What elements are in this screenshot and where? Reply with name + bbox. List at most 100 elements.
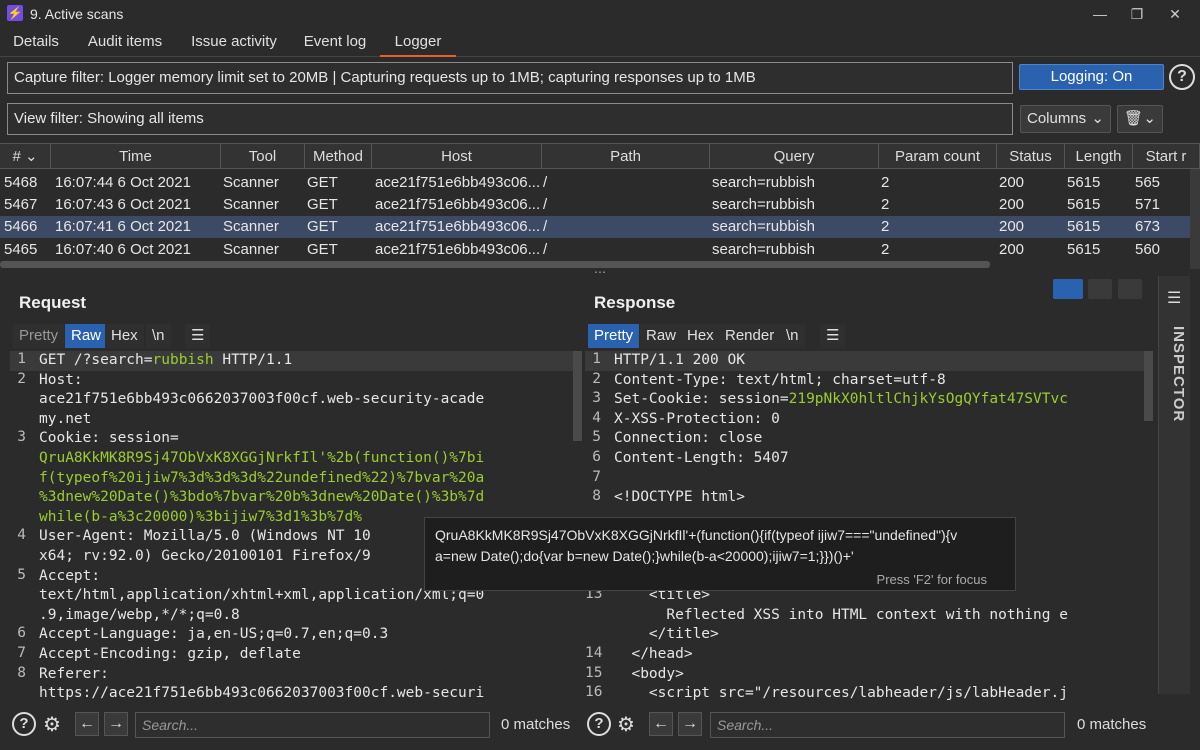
response-next-match-icon[interactable]: → bbox=[678, 712, 702, 736]
line-number: 3 bbox=[592, 390, 601, 407]
request-raw-tab[interactable]: Raw bbox=[65, 324, 108, 348]
request-search-input[interactable]: Search... bbox=[135, 712, 490, 738]
response-settings-gear-icon[interactable]: ⚙ bbox=[617, 712, 635, 737]
code-line: https://ace21f751e6bb493c0662037003f00cf… bbox=[39, 684, 484, 704]
logging-toggle-button[interactable]: Logging: On bbox=[1019, 64, 1164, 90]
table-row-selected[interactable]: 5466 16:07:41 6 Oct 2021 Scanner GET ace… bbox=[0, 216, 1190, 238]
column-header-status[interactable]: Status bbox=[997, 144, 1065, 169]
column-header-length[interactable]: Length bbox=[1065, 144, 1133, 169]
request-help-icon[interactable]: ? bbox=[12, 712, 36, 736]
trash-icon: 🗑 bbox=[1124, 110, 1144, 127]
cell-query: search=rubbish bbox=[712, 241, 815, 258]
line-number: 7 bbox=[592, 468, 601, 485]
response-menu-icon[interactable]: ☰ bbox=[820, 324, 846, 348]
code-line: </title> bbox=[614, 625, 719, 645]
cell-query: search=rubbish bbox=[712, 174, 815, 191]
column-header-method[interactable]: Method bbox=[305, 144, 372, 169]
response-help-icon[interactable]: ? bbox=[587, 712, 611, 736]
cell-start-response: 571 bbox=[1135, 196, 1161, 213]
code-segment: ace21f751e6bb493c0662037003f00cf.web-sec… bbox=[39, 391, 485, 408]
code-line: Connection: close bbox=[614, 429, 762, 449]
capture-filter-bar[interactable]: Capture filter: Logger memory limit set … bbox=[7, 62, 1013, 94]
chevron-down-icon: ⌄ bbox=[1091, 110, 1104, 127]
header-number-label: # bbox=[12, 148, 21, 165]
response-view-toolbar: Pretty Raw Hex Render \n ☰ bbox=[588, 324, 858, 348]
table-row[interactable]: 5467 16:07:43 6 Oct 2021 Scanner GET ace… bbox=[0, 194, 1190, 216]
response-scrollbar[interactable] bbox=[1144, 351, 1153, 421]
request-next-match-icon[interactable]: → bbox=[104, 712, 128, 736]
code-segment: Connection: close bbox=[614, 430, 763, 447]
tab-event-log[interactable]: Event log bbox=[297, 29, 373, 57]
tab-logger[interactable]: Logger bbox=[380, 29, 456, 57]
clear-log-button[interactable]: 🗑 ⌄ bbox=[1117, 105, 1163, 133]
response-render-tab[interactable]: Render bbox=[719, 324, 781, 348]
tooltip-hint: Press 'F2' for focus bbox=[876, 572, 987, 587]
splitter-handle-icon[interactable]: ⋯ bbox=[594, 265, 606, 279]
table-row[interactable]: 5465 16:07:40 6 Oct 2021 Scanner GET ace… bbox=[0, 239, 1190, 261]
request-pretty-tab[interactable]: Pretty bbox=[13, 324, 65, 348]
column-header-host[interactable]: Host bbox=[372, 144, 542, 169]
request-settings-gear-icon[interactable]: ⚙ bbox=[43, 712, 61, 737]
table-row[interactable]: 5468 16:07:44 6 Oct 2021 Scanner GET ace… bbox=[0, 172, 1190, 194]
response-match-count: 0 matches bbox=[1077, 716, 1147, 733]
line-number: 1 bbox=[17, 351, 26, 367]
cell-param-count: 2 bbox=[881, 241, 890, 258]
close-button[interactable]: ✕ bbox=[1165, 4, 1185, 24]
column-header-start-response[interactable]: Start r bbox=[1133, 144, 1200, 169]
code-line: GET /?search=rubbish HTTP/1.1 bbox=[39, 351, 292, 371]
request-hex-tab[interactable]: Hex bbox=[105, 324, 144, 348]
tab-audit-items[interactable]: Audit items bbox=[80, 29, 170, 57]
request-prev-match-icon[interactable]: ← bbox=[75, 712, 99, 736]
code-line: <body> bbox=[614, 665, 683, 685]
response-newline-toggle[interactable]: \n bbox=[780, 324, 805, 348]
layout-side-by-side-icon[interactable] bbox=[1053, 279, 1083, 299]
cell-time: 16:07:43 6 Oct 2021 bbox=[55, 196, 191, 213]
request-newline-toggle[interactable]: \n bbox=[146, 324, 171, 348]
code-segment: text/html,application/xhtml+xml,applicat… bbox=[39, 587, 485, 604]
column-header-tool[interactable]: Tool bbox=[221, 144, 305, 169]
request-scrollbar[interactable] bbox=[573, 351, 582, 441]
cell-tool: Scanner bbox=[223, 174, 279, 191]
view-filter-bar[interactable]: View filter: Showing all items bbox=[7, 103, 1013, 135]
column-header-time[interactable]: Time bbox=[51, 144, 221, 169]
help-icon[interactable]: ? bbox=[1169, 64, 1195, 90]
response-pretty-tab[interactable]: Pretty bbox=[588, 324, 640, 348]
inspector-panel[interactable]: ☰ INSPECTOR bbox=[1158, 276, 1190, 694]
tab-details[interactable]: Details bbox=[6, 29, 66, 57]
code-line: x64; rv:92.0) Gecko/20100101 Firefox/9 bbox=[39, 547, 371, 567]
cell-length: 5615 bbox=[1067, 241, 1101, 258]
restore-button[interactable]: ❐ bbox=[1127, 4, 1147, 24]
code-line: Accept: bbox=[39, 567, 100, 587]
layout-stacked-icon[interactable] bbox=[1088, 279, 1112, 299]
response-search-input[interactable]: Search... bbox=[710, 712, 1065, 738]
line-number: 1 bbox=[592, 351, 601, 367]
columns-button[interactable]: Columns ⌄ bbox=[1020, 105, 1111, 133]
column-header-query[interactable]: Query bbox=[710, 144, 879, 169]
table-horizontal-scrollbar[interactable] bbox=[0, 261, 990, 268]
code-segment: User-Agent: Mozilla/5.0 (Windows NT 10 bbox=[39, 528, 371, 545]
cell-status: 200 bbox=[999, 174, 1025, 191]
line-number: 3 bbox=[17, 429, 26, 446]
layout-single-icon[interactable] bbox=[1118, 279, 1142, 299]
column-header-number[interactable]: # ⌄ bbox=[0, 144, 51, 169]
tab-issue-activity[interactable]: Issue activity bbox=[184, 29, 284, 57]
request-menu-icon[interactable]: ☰ bbox=[185, 324, 211, 348]
code-segment: Content-Type: text/html; charset=utf-8 bbox=[614, 371, 946, 388]
column-header-path[interactable]: Path bbox=[542, 144, 710, 169]
response-prev-match-icon[interactable]: ← bbox=[649, 712, 673, 736]
code-segment: https://ace21f751e6bb493c0662037003f00cf… bbox=[39, 685, 485, 702]
column-header-param-count[interactable]: Param count bbox=[879, 144, 997, 169]
table-scrollbar[interactable] bbox=[1190, 169, 1200, 269]
inspector-menu-icon[interactable]: ☰ bbox=[1167, 288, 1181, 308]
code-line: X-XSS-Protection: 0 bbox=[614, 410, 780, 430]
cell-number: 5468 bbox=[4, 174, 38, 191]
response-raw-tab[interactable]: Raw bbox=[640, 324, 683, 348]
minimize-button[interactable]: — bbox=[1090, 4, 1110, 24]
code-line: </head> bbox=[614, 645, 692, 665]
code-line: User-Agent: Mozilla/5.0 (Windows NT 10 bbox=[39, 527, 371, 547]
cell-status: 200 bbox=[999, 241, 1025, 258]
cell-method: GET bbox=[307, 174, 338, 191]
response-hex-tab[interactable]: Hex bbox=[681, 324, 720, 348]
inspector-label: INSPECTOR bbox=[1170, 326, 1187, 423]
tab-bar: Details Audit items Issue activity Event… bbox=[0, 29, 1200, 57]
